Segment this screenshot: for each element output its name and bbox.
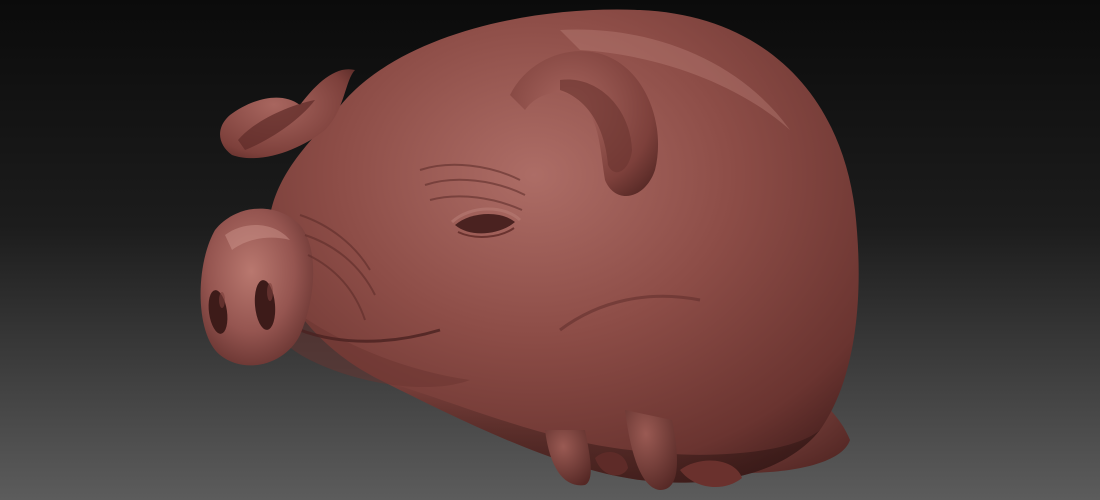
sculpt-viewport[interactable] <box>0 0 1100 500</box>
pig-sculpt-render <box>0 0 1100 500</box>
